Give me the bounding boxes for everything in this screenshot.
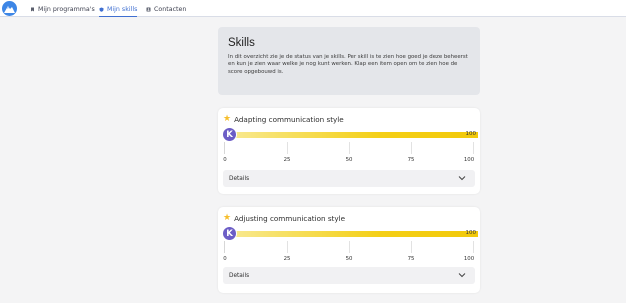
details-expander[interactable]: Details xyxy=(223,267,475,284)
skill-card: ★ Adjusting communication style 100 K 0 … xyxy=(218,207,480,293)
skill-score-bar: 100 xyxy=(235,230,478,237)
skill-title-row: ★ Adapting communication style xyxy=(223,114,344,124)
skill-title: Adapting communication style xyxy=(234,114,344,124)
details-expander[interactable]: Details xyxy=(223,170,475,187)
star-icon: ★ xyxy=(223,113,232,124)
skill-title-row: ★ Adjusting communication style xyxy=(223,213,345,223)
intro-description: In dit overzicht zie je de status van je… xyxy=(228,54,468,75)
skill-score-bar: 100 xyxy=(235,131,478,138)
axis-tick-label: 50 xyxy=(345,256,353,262)
axis-tick-label: 25 xyxy=(283,157,291,163)
bookmark-icon xyxy=(31,7,34,12)
nav-item-my-programs[interactable]: Mijn programma's xyxy=(30,2,95,17)
contacts-icon xyxy=(146,7,151,12)
skill-score-chart: 100 K 0 25 50 75 100 xyxy=(222,225,478,269)
score-grid xyxy=(224,142,474,154)
star-icon: ★ xyxy=(223,212,232,223)
axis-tick-label: 75 xyxy=(407,157,415,163)
nav-item-contacts[interactable]: Contacten xyxy=(146,2,186,17)
axis-tick-label: 100 xyxy=(463,157,475,163)
shield-icon xyxy=(99,7,104,12)
nav-item-my-skills[interactable]: Mijn skills xyxy=(99,2,138,17)
axis-tick-label: 0 xyxy=(223,157,227,163)
skill-title: Adjusting communication style xyxy=(234,213,346,223)
mountain-logo-icon xyxy=(4,6,15,13)
user-avatar-badge: K xyxy=(222,127,237,142)
details-label: Details xyxy=(229,175,250,182)
skill-score-value: 100 xyxy=(465,131,477,137)
axis-tick-label: 50 xyxy=(345,157,353,163)
skill-score-value: 100 xyxy=(465,230,477,236)
skill-card: ★ Adapting communication style 100 K 0 2… xyxy=(218,108,480,194)
nav-item-label: Contacten xyxy=(154,6,187,13)
nav-item-label: Mijn skills xyxy=(107,5,138,13)
axis-tick-label: 75 xyxy=(407,256,415,262)
skills-intro-panel: Skills In dit overzicht zie je de status… xyxy=(218,27,480,95)
user-avatar-badge: K xyxy=(222,226,237,241)
chevron-down-icon xyxy=(458,273,466,278)
top-navigation-bar: Mijn programma's Mijn skills Contacten xyxy=(0,0,626,17)
score-grid xyxy=(224,241,474,253)
app-logo[interactable] xyxy=(2,1,17,16)
axis-tick-label: 25 xyxy=(283,256,291,262)
page-title: Skills xyxy=(228,37,255,49)
details-label: Details xyxy=(229,272,250,279)
nav-item-label: Mijn programma's xyxy=(38,6,95,13)
chevron-down-icon xyxy=(458,176,466,181)
skill-score-chart: 100 K 0 25 50 75 100 xyxy=(222,126,478,170)
axis-tick-label: 100 xyxy=(463,256,475,262)
axis-tick-label: 0 xyxy=(223,256,227,262)
